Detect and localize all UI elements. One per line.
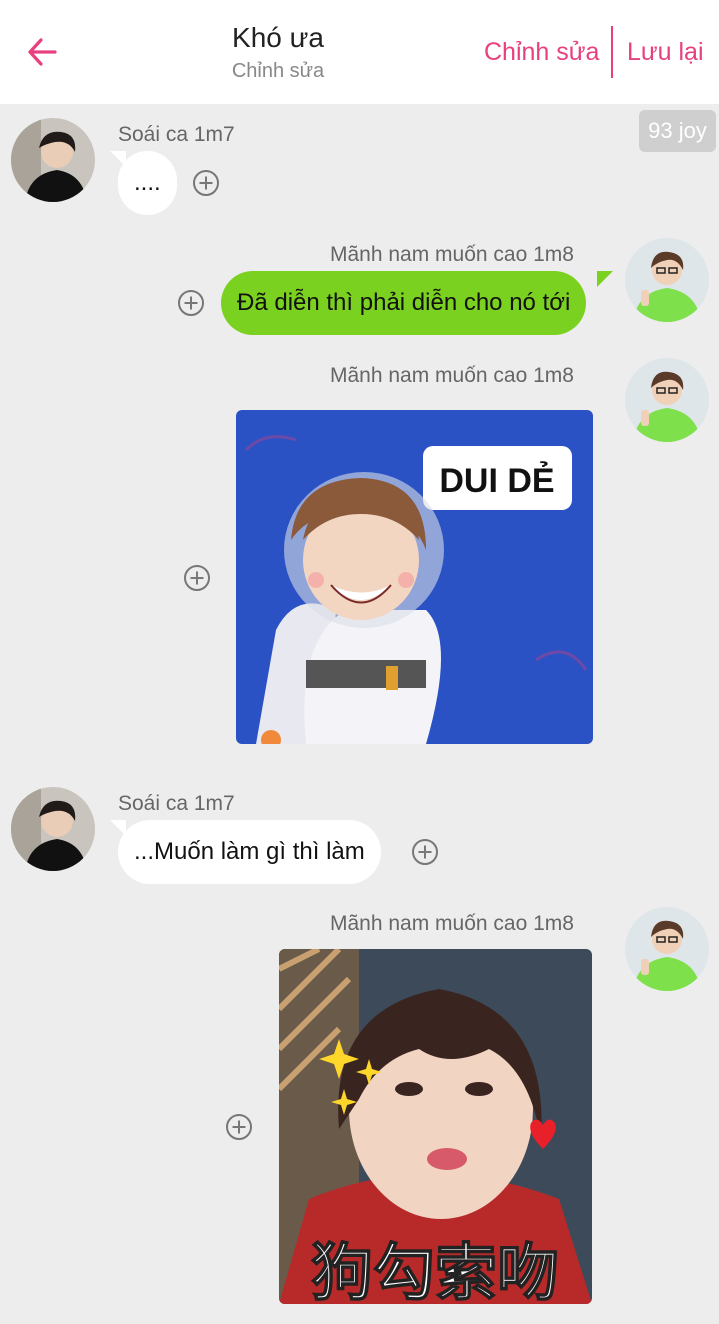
avatar-left[interactable] bbox=[11, 118, 95, 202]
avatar-right[interactable] bbox=[625, 907, 709, 991]
sticker-caption: DUI DẺ bbox=[439, 462, 554, 500]
astronaut-sticker-image: DUI DẺ bbox=[236, 410, 593, 744]
plus-circle-icon[interactable] bbox=[184, 565, 210, 591]
sticker-message[interactable]: DUI DẺ bbox=[236, 410, 593, 744]
avatar-left[interactable] bbox=[11, 787, 95, 871]
plus-circle-icon[interactable] bbox=[226, 1114, 252, 1140]
plus-circle-icon[interactable] bbox=[412, 839, 438, 865]
header-divider bbox=[611, 26, 613, 78]
joy-badge: 93 joy bbox=[639, 110, 716, 152]
sender-name-left: Soái ca 1m7 bbox=[118, 792, 235, 815]
sender-name-left: Soái ca 1m7 bbox=[118, 123, 235, 146]
sticker-caption: 狗勾索吻 bbox=[311, 1236, 559, 1304]
edit-button[interactable]: Chỉnh sửa bbox=[484, 36, 599, 68]
plus-circle-icon[interactable] bbox=[178, 290, 204, 316]
bubble-tail bbox=[597, 271, 613, 287]
page-title: Khó ưa bbox=[232, 22, 324, 53]
avatar-right-image bbox=[625, 238, 709, 322]
back-arrow-icon bbox=[28, 38, 57, 66]
message-bubble-left[interactable]: .... bbox=[118, 151, 177, 215]
page-subtitle: Chỉnh sửa bbox=[231, 60, 325, 82]
avatar-right-image bbox=[625, 907, 709, 991]
title-block: Khó ưa Chỉnh sửa bbox=[178, 20, 378, 86]
sticker-message[interactable]: 狗勾索吻 bbox=[279, 949, 592, 1304]
top-bar: Khó ưa Chỉnh sửa Chỉnh sửa Lưu lại bbox=[0, 0, 719, 104]
sender-name-right: Mãnh nam muốn cao 1m8 bbox=[330, 364, 574, 387]
sender-name-right: Mãnh nam muốn cao 1m8 bbox=[330, 243, 574, 266]
sender-name-right: Mãnh nam muốn cao 1m8 bbox=[330, 912, 574, 935]
boy-portrait-sticker-image: 狗勾索吻 bbox=[279, 949, 592, 1304]
avatar-left-image bbox=[11, 118, 95, 202]
avatar-right-image bbox=[625, 358, 709, 442]
avatar-left-image bbox=[11, 787, 95, 871]
plus-circle-icon[interactable] bbox=[193, 170, 219, 196]
avatar-right[interactable] bbox=[625, 358, 709, 442]
save-button[interactable]: Lưu lại bbox=[627, 36, 704, 68]
avatar-right[interactable] bbox=[625, 238, 709, 322]
message-bubble-left[interactable]: ...Muốn làm gì thì làm bbox=[118, 820, 381, 884]
back-button[interactable] bbox=[20, 30, 64, 74]
message-bubble-right[interactable]: Đã diễn thì phải diễn cho nó tới bbox=[221, 271, 587, 335]
